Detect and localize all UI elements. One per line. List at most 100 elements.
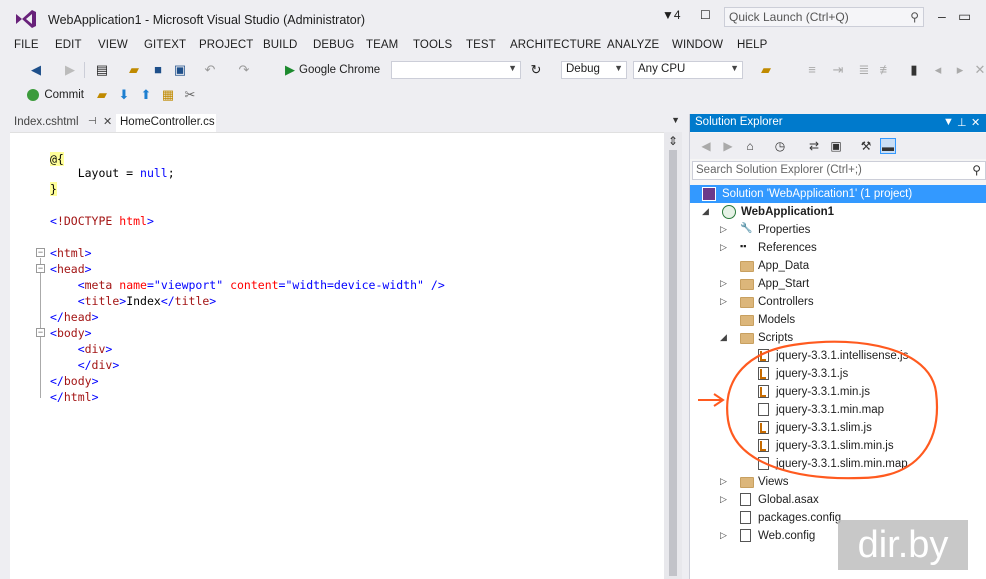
platform-select[interactable]: Any CPU ▼ [633,61,743,79]
menu-file[interactable]: FILE [14,39,39,51]
tree-item[interactable]: ▷ ▪▪ References [690,239,986,257]
code-line-16: </html> [50,390,99,404]
collapsed-arrow-icon[interactable]: ▷ [720,242,727,253]
collapse-head-icon[interactable]: − [36,264,45,273]
menu-tools[interactable]: TOOLS [413,39,452,51]
collapse-body-icon[interactable]: − [36,328,45,337]
configuration-select[interactable]: Debug ▼ [561,61,627,79]
menu-architecture[interactable]: ARCHITECTURE [510,39,601,51]
refresh-icon[interactable]: ↻ [528,62,544,78]
collapse-all-icon[interactable]: ▣ [828,138,844,154]
tree-item[interactable]: jquery-3.3.1.js [690,365,986,383]
tree-item[interactable]: jquery-3.3.1.min.map [690,401,986,419]
new-project-icon[interactable]: ▤ [94,62,110,78]
stash-icon[interactable]: ▦ [160,87,176,103]
scrollbar-thumb[interactable] [669,150,677,576]
redo-icon[interactable]: ↷ [236,62,252,78]
chevron-down-icon[interactable]: ▼ [671,115,680,125]
tree-item[interactable]: ◢ Scripts [690,329,986,347]
find-in-files-icon[interactable]: ▰ [758,62,774,78]
expanded-arrow-icon[interactable]: ◢ [720,332,727,343]
close-icon[interactable]: ✕ [103,115,112,128]
push-icon[interactable]: ⬆ [138,87,154,103]
pin-icon[interactable]: ⊣ [88,116,97,127]
uncomment-icon[interactable]: ≢ [878,62,894,78]
notifications-icon[interactable]: ▼4 [662,8,681,22]
tree-item-project[interactable]: ◢ WebApplication1 [690,203,986,221]
pull-icon[interactable]: ⬇ [116,87,132,103]
tree-item[interactable]: jquery-3.3.1.min.js [690,383,986,401]
prev-bookmark-icon[interactable]: ◂ [930,62,946,78]
code-editor[interactable]: − − − @{ Layout = null; } <!DOCTYPE html… [10,132,680,579]
settings-tools-icon[interactable]: ✂ [182,87,198,103]
clear-bookmarks-icon[interactable]: ✕ [972,62,986,78]
menu-view[interactable]: VIEW [98,39,128,51]
feedback-icon[interactable]: ☐ [700,8,711,22]
undo-icon[interactable]: ↶ [202,62,218,78]
split-window-icon[interactable]: ⇕ [668,134,678,148]
maximize-button[interactable]: ▭ [958,8,971,25]
quick-launch-input[interactable]: Quick Launch (Ctrl+Q) ⚲ [724,7,924,27]
tree-item[interactable]: App_Data [690,257,986,275]
menu-edit[interactable]: EDIT [55,39,82,51]
start-debugging-icon[interactable]: ▶ [282,62,298,78]
close-icon[interactable]: ✕ [971,116,980,129]
run-target-combo[interactable]: ▼ [391,61,521,79]
tree-item[interactable]: Models [690,311,986,329]
pin-icon[interactable]: ⊥ [957,116,967,129]
solution-explorer-search-input[interactable]: Search Solution Explorer (Ctrl+;) ⚲ [692,161,986,180]
tree-item[interactable]: ▷ 🔧 Properties [690,221,986,239]
menu-project[interactable]: PROJECT [199,39,253,51]
expanded-arrow-icon[interactable]: ◢ [702,206,709,217]
tree-item[interactable]: ▷ Controllers [690,293,986,311]
open-file-icon[interactable]: ▰ [126,62,142,78]
tree-item[interactable]: ▷ Global.asax [690,491,986,509]
menu-window[interactable]: WINDOW [672,39,723,51]
menu-help[interactable]: HELP [737,39,767,51]
properties-wrench-icon[interactable]: ⚒ [858,138,874,154]
collapsed-arrow-icon[interactable]: ▷ [720,224,727,235]
tree-item[interactable]: jquery-3.3.1.slim.js [690,419,986,437]
forward-icon[interactable]: ▶ [720,138,736,154]
home-icon[interactable]: ⌂ [742,138,758,154]
back-icon[interactable]: ◀ [28,62,44,78]
tree-item[interactable]: jquery-3.3.1.slim.min.js [690,437,986,455]
chevron-down-icon[interactable]: ▼ [943,116,954,128]
menu-gitext[interactable]: GITEXT [144,39,186,51]
sync-icon[interactable]: ⇄ [806,138,822,154]
tree-item[interactable]: jquery-3.3.1.intellisense.js [690,347,986,365]
save-all-icon[interactable]: ▣ [172,62,188,78]
minimize-button[interactable]: – [938,8,946,24]
collapsed-arrow-icon[interactable]: ▷ [720,296,727,307]
tree-item-solution[interactable]: Solution 'WebApplication1' (1 project) [690,185,986,203]
browse-icon[interactable]: ▰ [94,87,110,103]
pending-changes-filter-icon[interactable]: ◷ [772,138,788,154]
tree-item[interactable]: ▷ App_Start [690,275,986,293]
collapsed-arrow-icon[interactable]: ▷ [720,476,727,487]
tab-index-cshtml[interactable]: Index.cshtml ⊣ ✕ [10,114,116,132]
folder-icon [740,261,754,272]
commit-button[interactable]: Commit [27,87,84,101]
collapsed-arrow-icon[interactable]: ▷ [720,530,727,541]
indent-icon[interactable]: ⇥ [830,62,846,78]
tree-item[interactable]: ▷ Views [690,473,986,491]
menu-build[interactable]: BUILD [263,39,297,51]
next-bookmark-icon[interactable]: ▸ [952,62,968,78]
collapse-html-icon[interactable]: − [36,248,45,257]
bookmark-icon[interactable]: ▮ [906,62,922,78]
run-target-label[interactable]: Google Chrome [299,64,380,76]
preview-selected-icon[interactable]: ▬ [880,138,896,154]
save-icon[interactable]: ■ [150,62,166,78]
forward-icon[interactable]: ▶ [62,62,78,78]
menu-analyze[interactable]: ANALYZE [607,39,659,51]
collapsed-arrow-icon[interactable]: ▷ [720,494,727,505]
back-icon[interactable]: ◀ [698,138,714,154]
align-icon[interactable]: ≡ [804,62,820,78]
menu-test[interactable]: TEST [466,39,496,51]
menu-team[interactable]: TEAM [366,39,398,51]
comment-icon[interactable]: ≣ [856,62,872,78]
collapsed-arrow-icon[interactable]: ▷ [720,278,727,289]
tab-homecontroller-cs[interactable]: HomeController.cs [116,114,216,132]
menu-debug[interactable]: DEBUG [313,39,354,51]
tree-item[interactable]: jquery-3.3.1.slim.min.map [690,455,986,473]
